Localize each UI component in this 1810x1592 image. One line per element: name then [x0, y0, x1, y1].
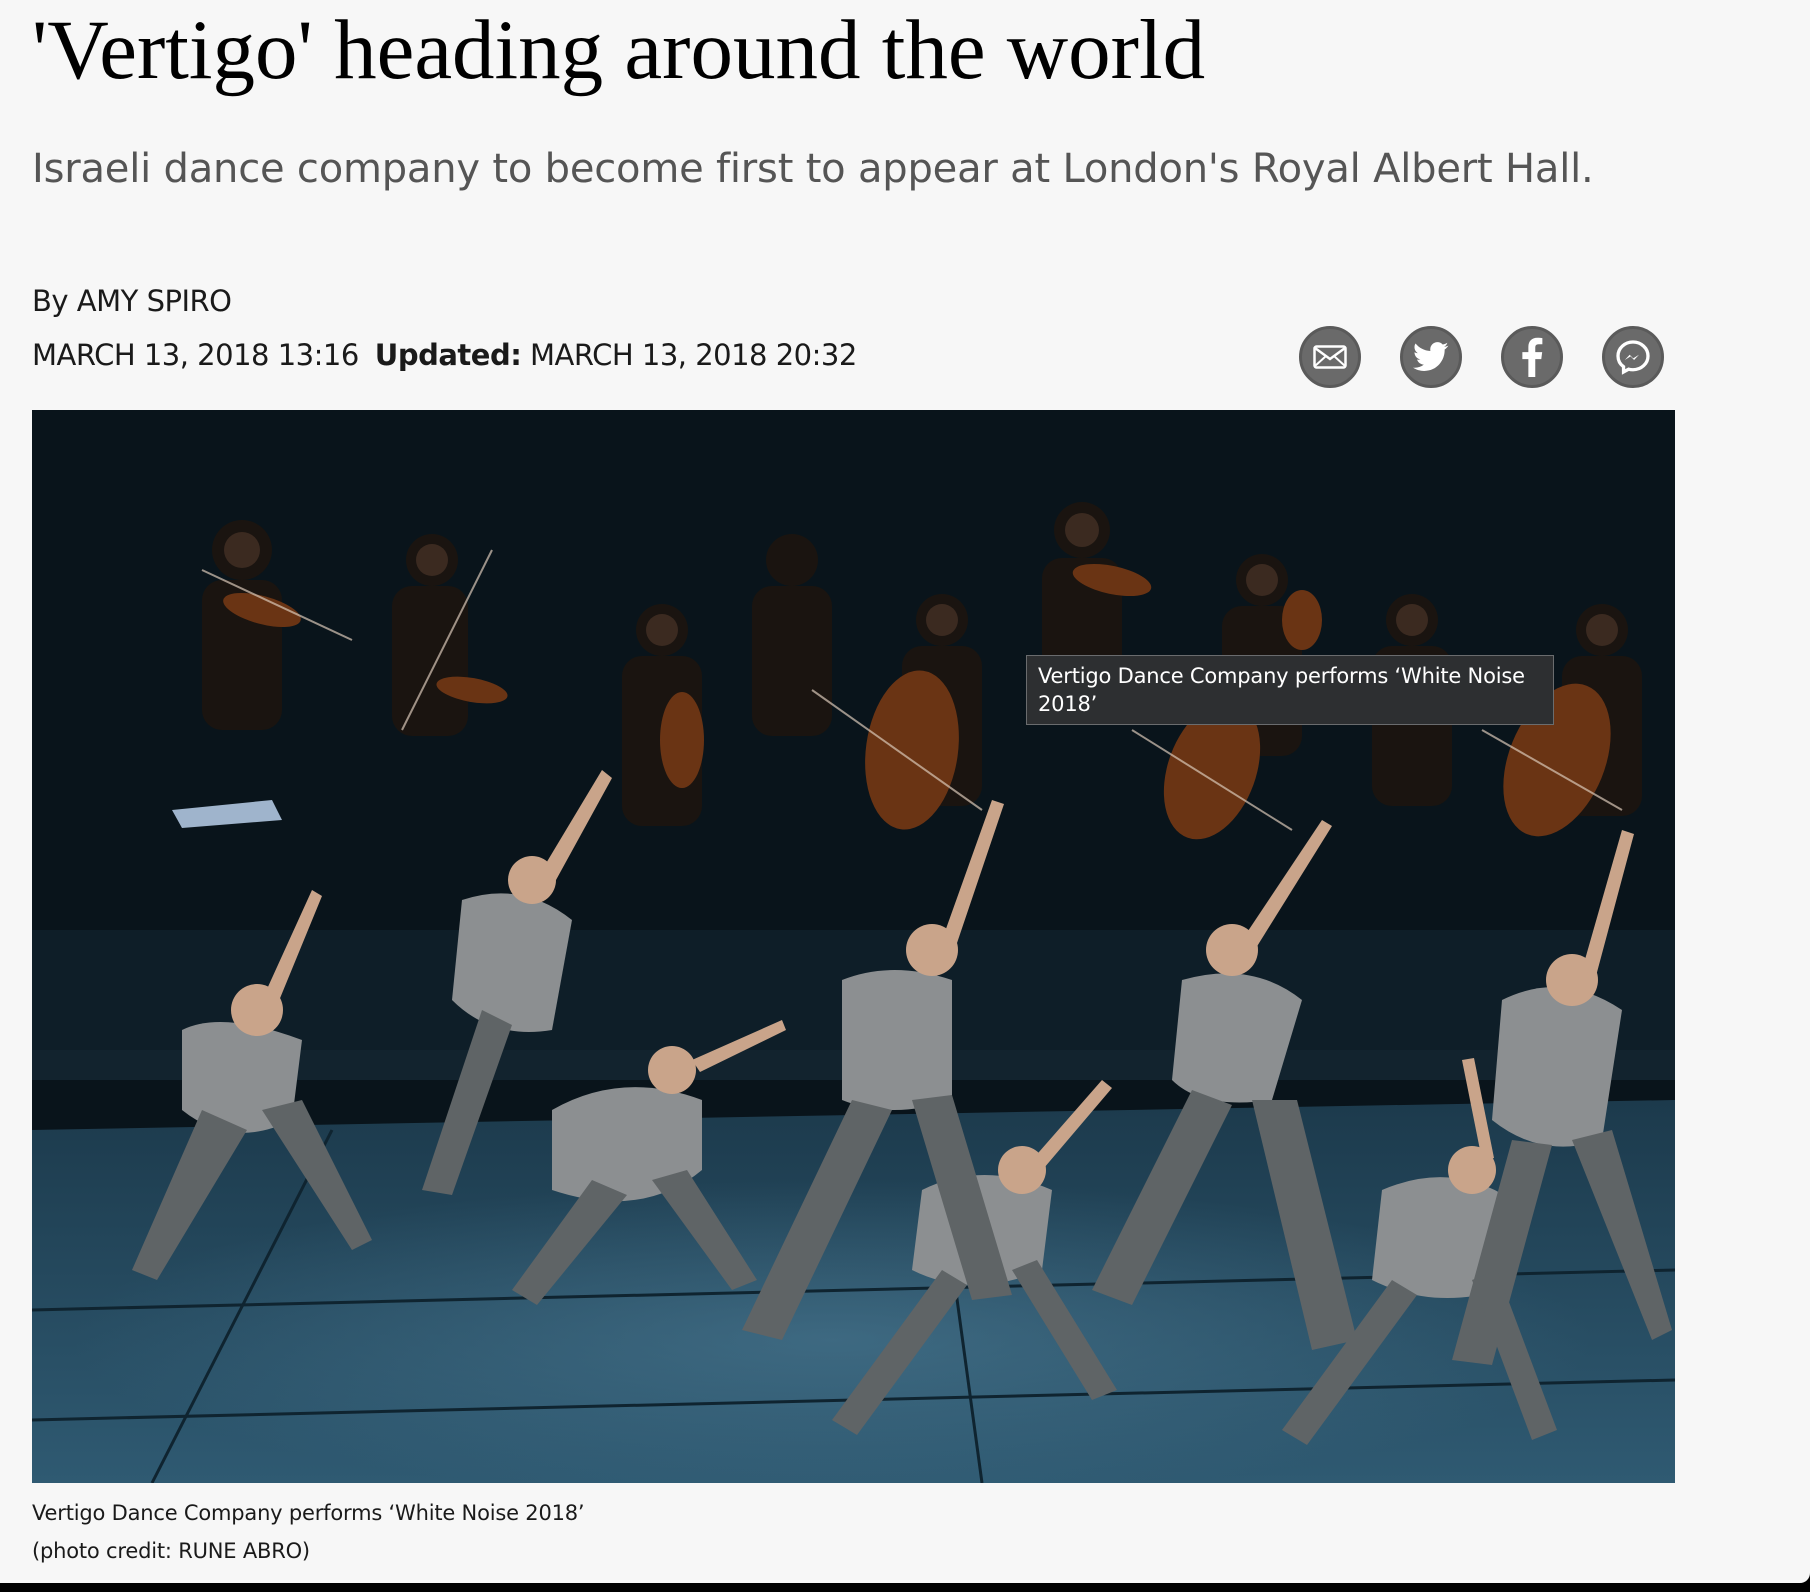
updated-date: MARCH 13, 2018 20:32	[530, 338, 857, 372]
image-tooltip: Vertigo Dance Company performs ‘White No…	[1026, 655, 1554, 725]
share-messenger-button[interactable]	[1602, 326, 1664, 388]
caption-text: Vertigo Dance Company performs ‘White No…	[32, 1501, 585, 1525]
share-email-button[interactable]	[1299, 326, 1361, 388]
photo-credit: (photo credit: RUNE ABRO)	[32, 1539, 310, 1563]
article-page: 'Vertigo' heading around the world Israe…	[0, 0, 1810, 1583]
twitter-bird-icon	[1413, 342, 1449, 371]
share-facebook-button[interactable]	[1501, 326, 1563, 388]
facebook-f-icon	[1522, 337, 1543, 377]
published-date: MARCH 13, 2018 13:16	[32, 338, 359, 372]
messenger-icon	[1616, 340, 1650, 375]
article-subheadline: Israeli dance company to become first to…	[32, 146, 1594, 192]
author-link[interactable]: By AMY SPIRO	[32, 284, 232, 318]
article-photo[interactable]	[32, 410, 1675, 1483]
publish-dates: MARCH 13, 2018 13:16 Updated: MARCH 13, 2…	[32, 336, 857, 374]
dance-performance-image	[32, 410, 1675, 1483]
share-twitter-button[interactable]	[1400, 326, 1462, 388]
share-bar	[1299, 326, 1664, 388]
byline: By AMY SPIRO	[32, 282, 232, 320]
envelope-icon	[1313, 345, 1347, 369]
article-headline: 'Vertigo' heading around the world	[32, 3, 1206, 97]
updated-label: Updated:	[374, 338, 522, 372]
photo-caption: Vertigo Dance Company performs ‘White No…	[32, 1494, 585, 1570]
